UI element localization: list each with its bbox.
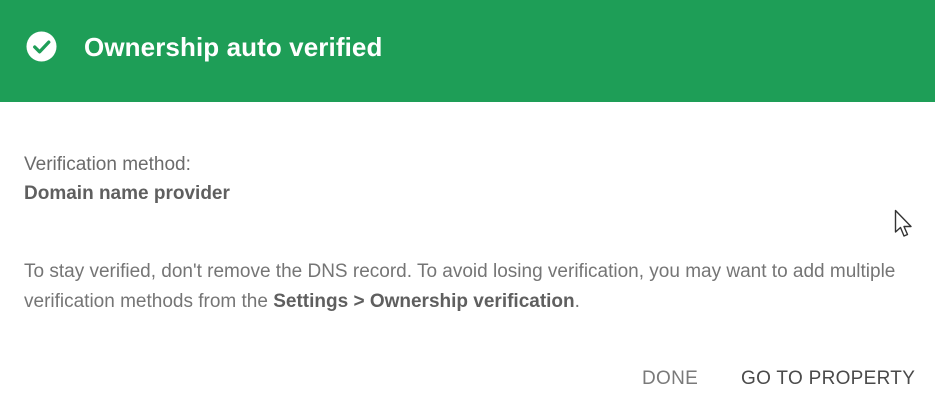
info-text-after: . xyxy=(574,291,580,312)
verification-method-label: Verification method: xyxy=(24,154,191,175)
verification-info-text: To stay verified, don't remove the DNS r… xyxy=(24,257,914,317)
verification-method-value: Domain name provider xyxy=(24,183,230,204)
done-button[interactable]: DONE xyxy=(642,366,698,392)
settings-path-text: Settings > Ownership verification xyxy=(273,291,575,312)
mouse-cursor-icon xyxy=(894,209,912,237)
go-to-property-button[interactable]: GO TO PROPERTY xyxy=(741,366,915,392)
dialog-title: Ownership auto verified xyxy=(84,32,383,62)
dialog-header: Ownership auto verified xyxy=(0,0,935,102)
ownership-verified-dialog: Ownership auto verified Verification met… xyxy=(0,0,935,412)
check-circle-icon xyxy=(26,31,57,62)
